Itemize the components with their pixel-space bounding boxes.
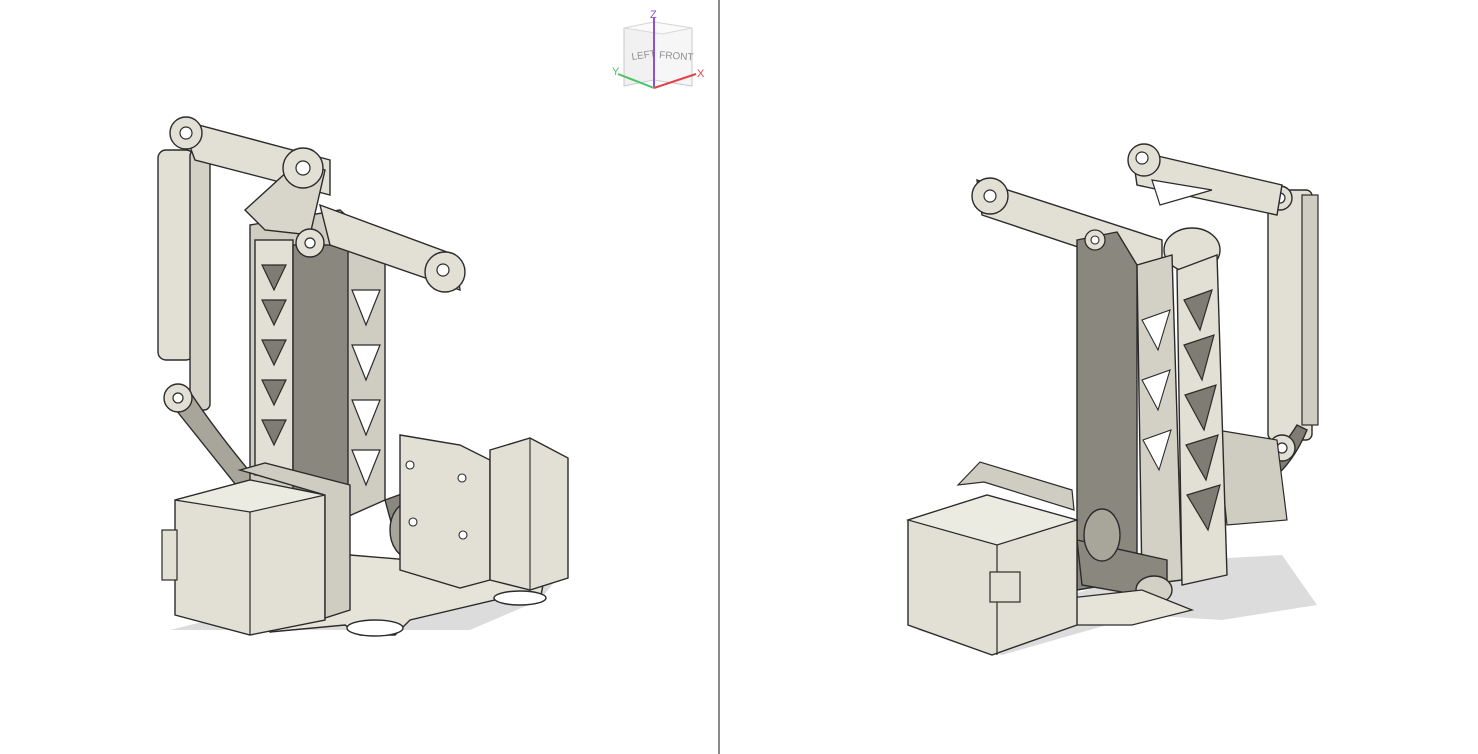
rear-link-side [1301,194,1319,426]
base-mount-hole [493,590,547,606]
crank-hub [1083,508,1121,562]
robot-arm-model-right[interactable] [722,0,1478,754]
motor-connector [989,571,1021,603]
left-viewport[interactable]: LEFT FRONT Z X Y [0,0,717,754]
piston-cylinder [157,149,195,361]
upper-joint-hole [179,126,193,140]
rear-motor [1216,429,1288,526]
motor-connector [161,529,178,581]
base-mount-hole [346,619,404,637]
stepper-motor-right [489,437,569,591]
elbow-joint-hole [295,160,311,176]
tower-mid [1136,254,1183,586]
right-viewport[interactable] [722,0,1478,754]
wrist-joint-hole [436,263,450,277]
top-joint-hole [1135,151,1149,165]
piston-rod-guide [189,149,211,411]
x-axis-label: X [697,68,705,80]
tower-top-hole [1090,235,1100,245]
pivot-hole [172,392,184,404]
z-axis-label: Z [650,9,657,21]
design-workspace: LEFT FRONT Z X Y [0,0,1478,754]
y-axis-label: Y [612,66,620,78]
arm-end-hole [983,189,997,203]
shoulder-joint-hole [304,237,316,249]
robot-arm-model-left[interactable] [0,0,717,754]
motor-mount-plate [399,434,491,589]
viewcube[interactable]: LEFT FRONT Z X Y [606,8,710,94]
tower-arm-link [292,244,349,506]
